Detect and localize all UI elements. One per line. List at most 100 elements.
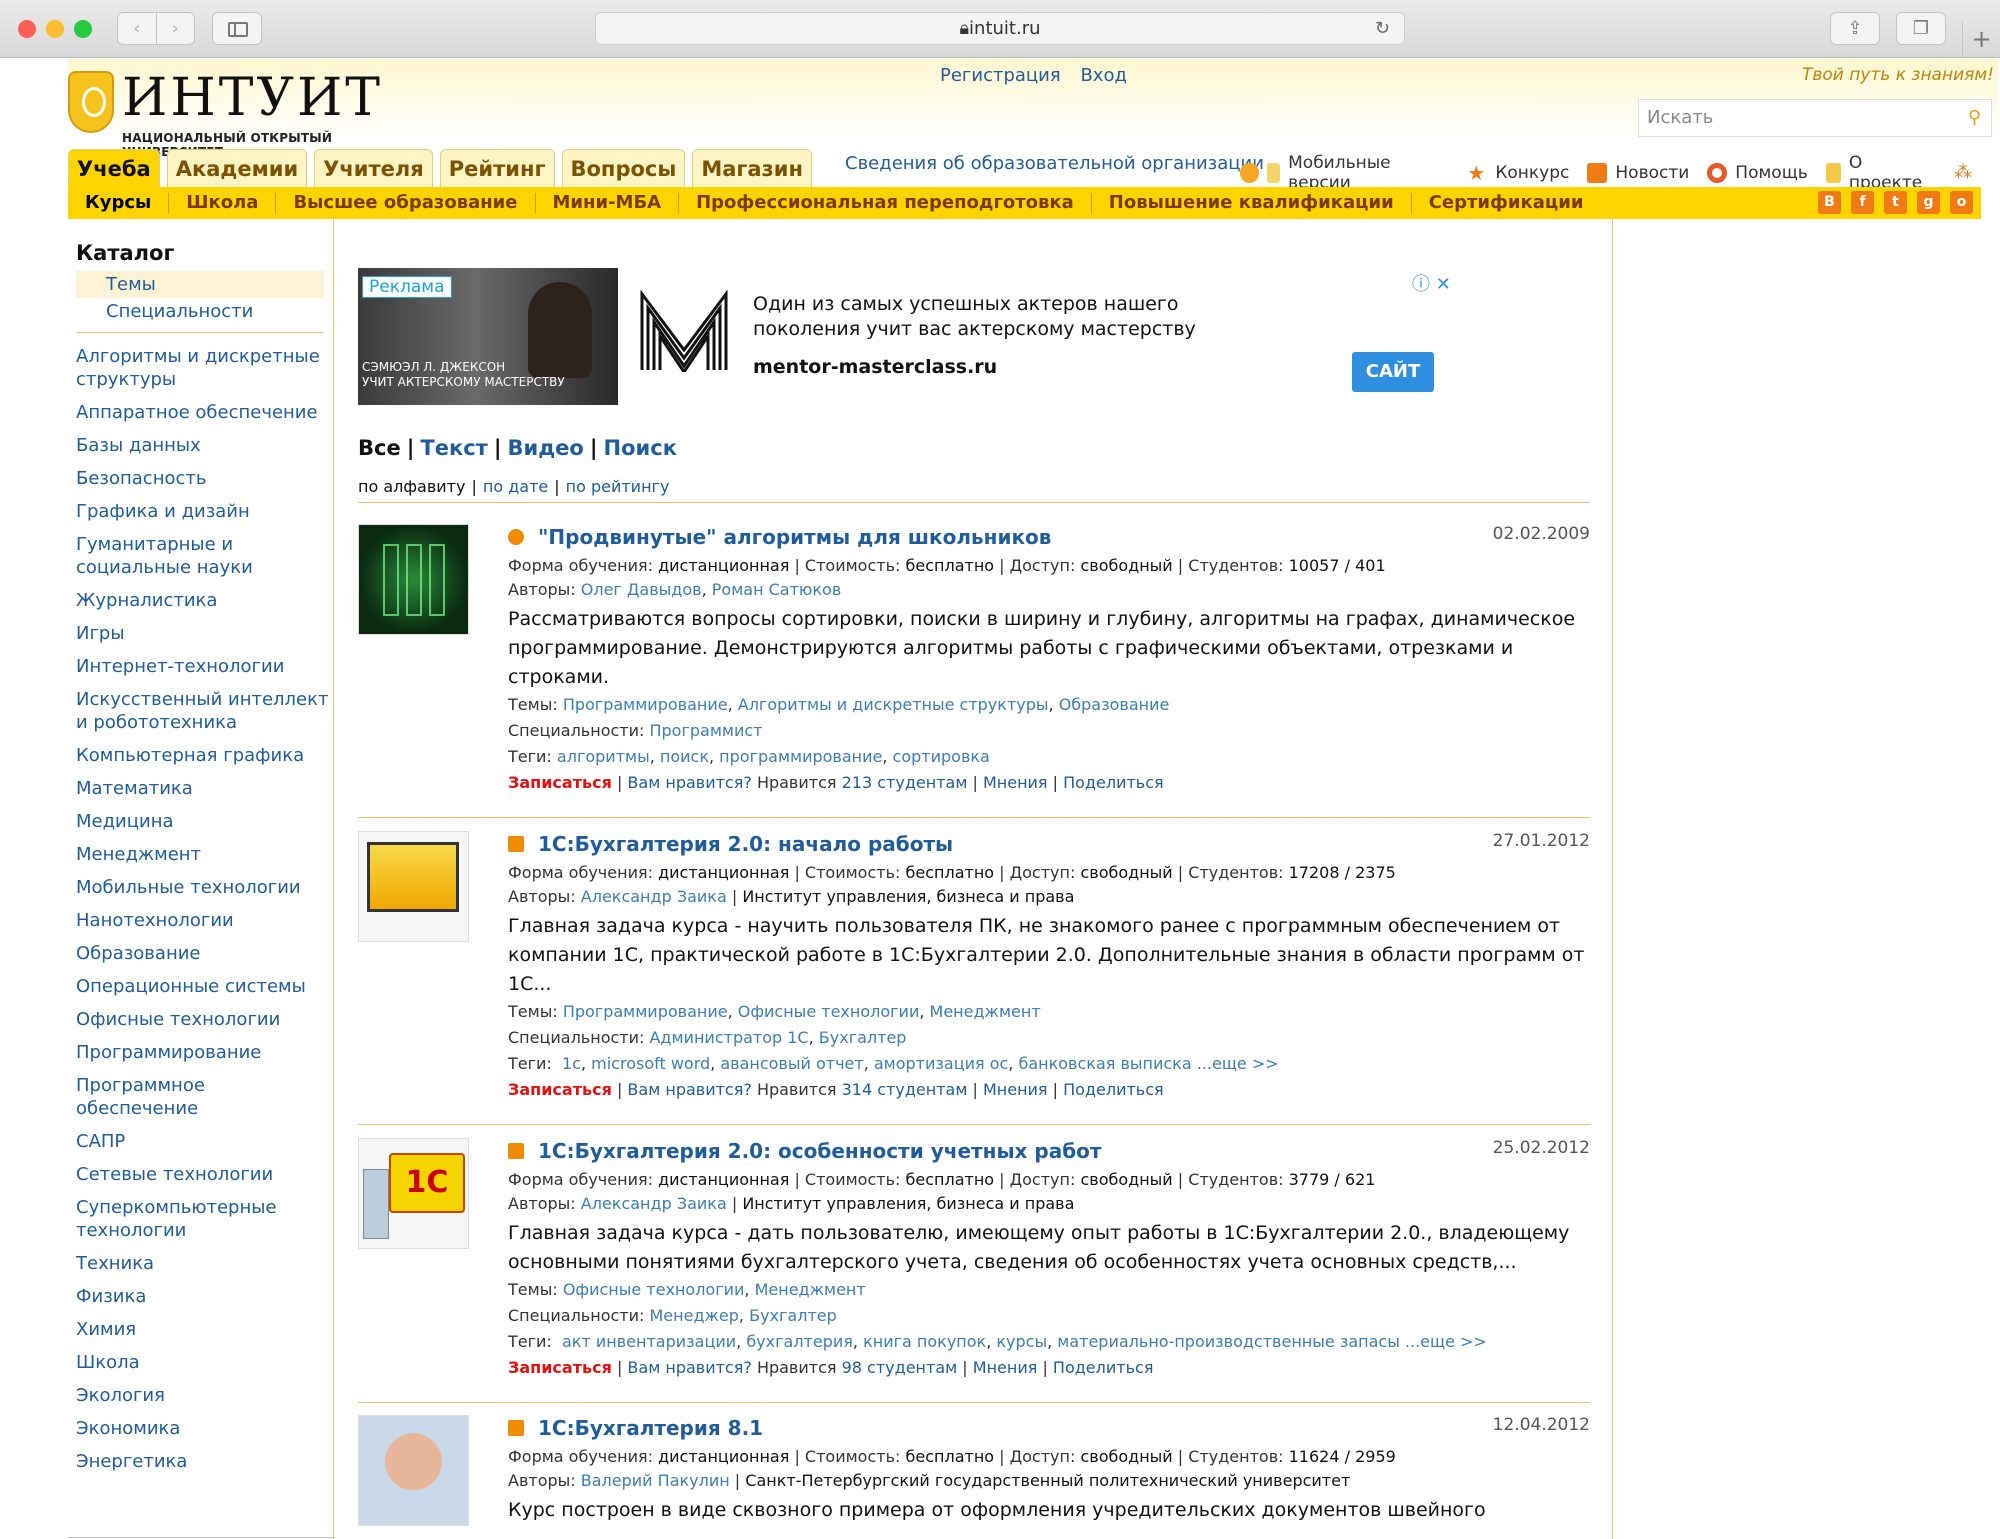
topic-tag[interactable]: Программирование xyxy=(563,695,728,714)
enroll-link[interactable]: Записаться xyxy=(508,1358,612,1377)
topic-link[interactable]: Мобильные технологии xyxy=(76,876,331,899)
course-title[interactable]: 1С:Бухгалтерия 2.0: особенности учетных … xyxy=(508,1138,1590,1164)
tag-link[interactable]: бухгалтерия xyxy=(746,1332,853,1351)
topic-link[interactable]: Медицина xyxy=(76,810,331,833)
category-school[interactable]: Школа xyxy=(169,193,277,213)
course-thumbnail[interactable] xyxy=(358,831,469,942)
register-link[interactable]: Регистрация xyxy=(940,65,1061,86)
specialty-tag[interactable]: Бухгалтер xyxy=(819,1028,907,1047)
topic-link[interactable]: Экономика xyxy=(76,1417,331,1440)
google-plus-icon[interactable]: g xyxy=(1917,191,1940,214)
reload-icon[interactable]: ↻ xyxy=(1375,13,1390,44)
course-thumbnail[interactable]: 1С xyxy=(358,1138,469,1249)
topic-link[interactable]: Офисные технологии xyxy=(76,1008,331,1031)
category-retraining[interactable]: Профессиональная переподготовка xyxy=(679,193,1092,213)
twitter-icon[interactable]: t xyxy=(1884,191,1907,214)
like-link[interactable]: Вам нравится? xyxy=(627,1080,751,1099)
catalog-specialties-link[interactable]: Специальности xyxy=(76,298,324,325)
filter-search[interactable]: Поиск xyxy=(604,436,677,460)
sort-date[interactable]: по дате xyxy=(483,477,548,496)
catalog-topics-link[interactable]: Темы xyxy=(76,271,324,298)
category-certifications[interactable]: Сертификации xyxy=(1412,193,1601,213)
course-title[interactable]: 1С:Бухгалтерия 8.1 xyxy=(508,1415,1590,1441)
close-window-button[interactable] xyxy=(18,20,36,38)
topic-link[interactable]: Экология xyxy=(76,1384,331,1407)
new-tab-button[interactable]: + xyxy=(1962,22,2000,58)
topic-tag[interactable]: Образование xyxy=(1059,695,1170,714)
topic-tag[interactable]: Офисные технологии xyxy=(738,1002,920,1021)
topic-link[interactable]: САПР xyxy=(76,1130,331,1153)
topic-link[interactable]: Базы данных xyxy=(76,434,331,457)
topic-link[interactable]: Искусственный интеллект и робототехника xyxy=(76,688,331,734)
vk-icon[interactable]: В xyxy=(1818,191,1841,214)
like-link[interactable]: Вам нравится? xyxy=(627,773,751,792)
category-mini-mba[interactable]: Мини-МБА xyxy=(536,193,680,213)
course-title-text[interactable]: 1С:Бухгалтерия 2.0: начало работы xyxy=(538,832,953,856)
enroll-link[interactable]: Записаться xyxy=(508,1080,612,1099)
topic-link[interactable]: Алгоритмы и дискретные структуры xyxy=(76,345,331,391)
topic-link[interactable]: Графика и дизайн xyxy=(76,500,331,523)
category-higher-education[interactable]: Высшее образование xyxy=(276,193,536,213)
author-link[interactable]: Олег Давыдов xyxy=(581,580,702,599)
course-thumbnail[interactable] xyxy=(358,1415,469,1526)
course-title-text[interactable]: 1С:Бухгалтерия 2.0: особенности учетных … xyxy=(538,1139,1102,1163)
topic-link[interactable]: Сетевые технологии xyxy=(76,1163,331,1186)
topic-link[interactable]: Аппаратное обеспечение xyxy=(76,401,331,424)
back-button[interactable]: ‹ xyxy=(118,13,157,44)
tab-academies[interactable]: Академии xyxy=(166,149,308,187)
minimize-window-button[interactable] xyxy=(46,20,64,38)
specialty-tag[interactable]: Программист xyxy=(649,721,762,740)
ad-image[interactable]: Реклама СЭМЮЭЛ Л. ДЖЕКСОН УЧИТ АКТЕРСКОМ… xyxy=(358,268,618,405)
category-advanced-training[interactable]: Повышение квалификации xyxy=(1092,193,1412,213)
sidebar-toggle-button[interactable] xyxy=(212,12,262,45)
topic-link[interactable]: Компьютерная графика xyxy=(76,744,331,767)
share-link[interactable]: Поделиться xyxy=(1053,1358,1154,1377)
tag-link[interactable]: 1с xyxy=(562,1054,581,1073)
tab-study[interactable]: Учеба xyxy=(68,149,160,187)
filter-all[interactable]: Все xyxy=(358,436,401,460)
topic-tag[interactable]: Менеджмент xyxy=(930,1002,1041,1021)
topic-link[interactable]: Менеджмент xyxy=(76,843,331,866)
course-thumbnail[interactable] xyxy=(358,524,469,635)
opinions-link[interactable]: Мнения xyxy=(983,773,1048,792)
ad-info-icon[interactable]: ⓘ ✕ xyxy=(1412,270,1451,296)
topic-link[interactable]: Энергетика xyxy=(76,1450,331,1473)
topic-link[interactable]: Журналистика xyxy=(76,589,331,612)
filter-video[interactable]: Видео xyxy=(508,436,584,460)
login-link[interactable]: Вход xyxy=(1080,65,1126,86)
enroll-link[interactable]: Записаться xyxy=(508,773,612,792)
likes-suffix[interactable]: студентам xyxy=(867,1358,957,1377)
tag-link[interactable]: microsoft word xyxy=(591,1054,710,1073)
facebook-icon[interactable]: f xyxy=(1851,191,1874,214)
topic-link[interactable]: Гуманитарные и социальные науки xyxy=(76,533,331,579)
category-courses[interactable]: Курсы xyxy=(68,193,170,213)
author-link[interactable]: Валерий Пакулин xyxy=(581,1471,730,1490)
like-link[interactable]: Вам нравится? xyxy=(627,1358,751,1377)
site-logo[interactable]: ИНТУИТ НАЦИОНАЛЬНЫЙ ОТКРЫТЫЙ УНИВЕРСИТЕТ xyxy=(68,69,408,159)
tab-teachers[interactable]: Учителя xyxy=(314,149,433,187)
likes-suffix[interactable]: студентам xyxy=(877,773,967,792)
opinions-link[interactable]: Мнения xyxy=(983,1080,1048,1099)
opinions-link[interactable]: Мнения xyxy=(973,1358,1038,1377)
search-input[interactable]: Искать ⚲ xyxy=(1638,99,1992,137)
zoom-window-button[interactable] xyxy=(74,20,92,38)
topic-link[interactable]: Безопасность xyxy=(76,467,331,490)
tab-rating[interactable]: Рейтинг xyxy=(439,149,555,187)
tag-link[interactable]: алгоритмы xyxy=(557,747,650,766)
topic-link[interactable]: Химия xyxy=(76,1318,331,1341)
topic-link[interactable]: Суперкомпьютерные технологии xyxy=(76,1196,331,1242)
share-button[interactable]: ⇪ xyxy=(1830,12,1880,45)
course-title[interactable]: "Продвинутые" алгоритмы для школьников xyxy=(508,524,1590,550)
topic-link[interactable]: Техника xyxy=(76,1252,331,1275)
tag-link[interactable]: курсы xyxy=(996,1332,1047,1351)
ad-site-button[interactable]: САЙТ xyxy=(1352,352,1434,392)
topic-link[interactable]: Игры xyxy=(76,622,331,645)
topic-link[interactable]: Программное обеспечение xyxy=(76,1074,331,1120)
tag-link[interactable]: акт инвентаризации xyxy=(562,1332,736,1351)
org-info-link[interactable]: Сведения об образовательной организации xyxy=(845,153,1264,174)
specialty-tag[interactable]: Администратор 1С xyxy=(649,1028,808,1047)
tab-shop[interactable]: Магазин xyxy=(692,149,812,187)
tag-link[interactable]: банковская выписка xyxy=(1018,1054,1191,1073)
topic-link[interactable]: Интернет-технологии xyxy=(76,655,331,678)
tag-link[interactable]: материально-производственные запасы xyxy=(1057,1332,1400,1351)
